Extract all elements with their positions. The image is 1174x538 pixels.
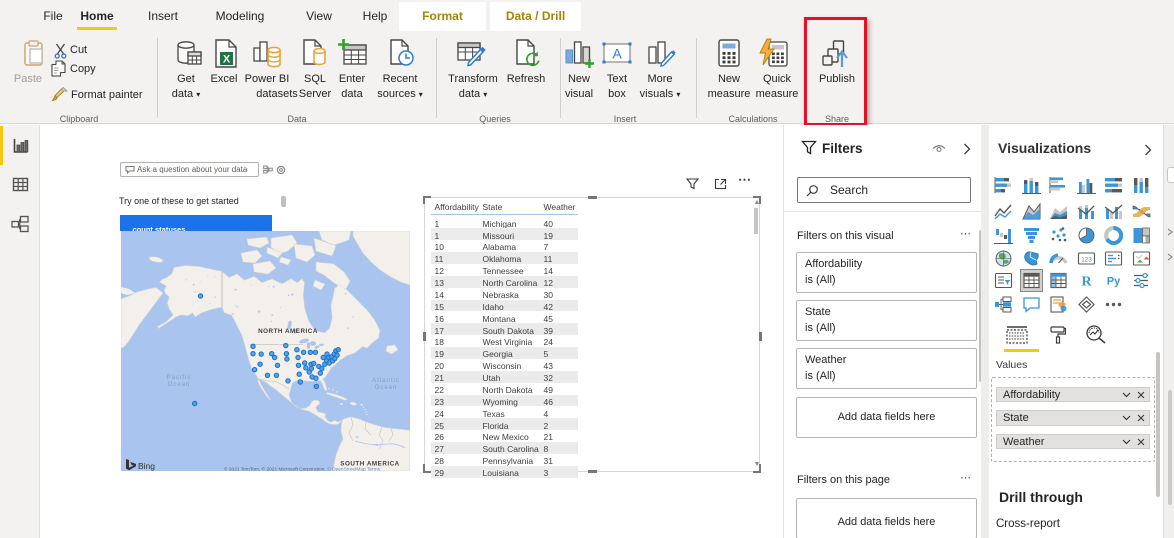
svg-text:Py: Py xyxy=(1107,276,1121,288)
svg-text:Atlantic: Atlantic xyxy=(372,378,400,384)
svg-text:A: A xyxy=(612,46,622,62)
svg-text:NORTH AMERICA: NORTH AMERICA xyxy=(258,328,318,335)
svg-text:123: 123 xyxy=(1081,256,1092,263)
svg-text:SOUTH AMERICA: SOUTH AMERICA xyxy=(340,461,399,468)
svg-text:Bing: Bing xyxy=(138,461,155,471)
svg-text:R: R xyxy=(1081,275,1092,290)
svg-text:Ocean: Ocean xyxy=(375,385,398,391)
svg-text:Ocean: Ocean xyxy=(168,382,191,388)
svg-text:X: X xyxy=(223,54,231,66)
svg-text:Pacific: Pacific xyxy=(167,375,192,381)
